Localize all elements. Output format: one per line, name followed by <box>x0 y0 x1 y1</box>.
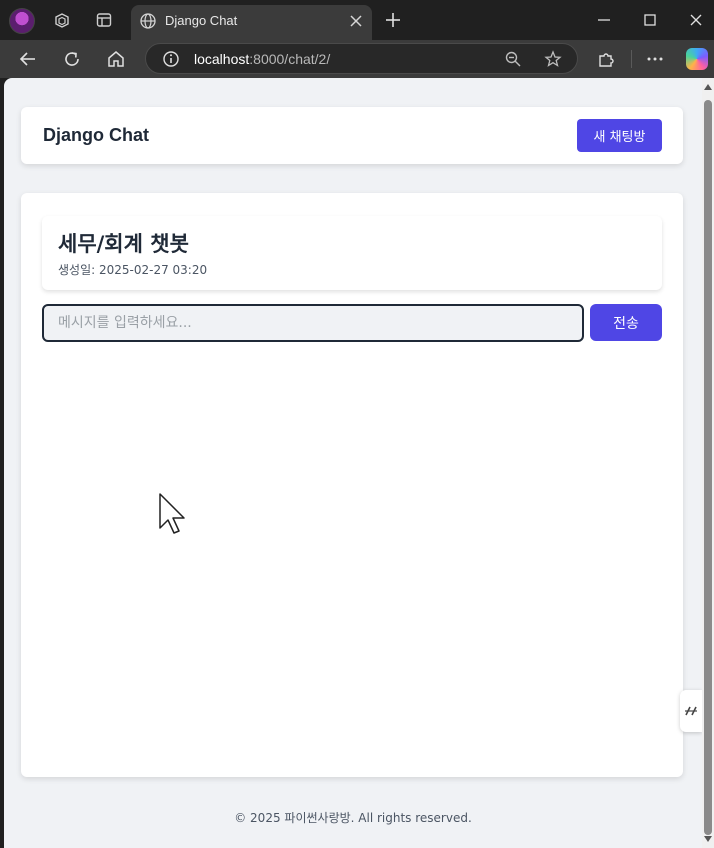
home-icon[interactable] <box>106 49 126 69</box>
mouse-cursor-icon <box>159 493 185 534</box>
scroll-up-arrow-icon[interactable] <box>704 84 712 90</box>
new-chat-room-button[interactable]: 새 채팅방 <box>577 119 662 152</box>
close-window-icon[interactable] <box>684 8 708 32</box>
site-brand[interactable]: Django Chat <box>43 125 149 146</box>
tab-title: Django Chat <box>165 13 238 28</box>
refresh-icon[interactable] <box>62 49 82 69</box>
message-input[interactable] <box>42 304 584 342</box>
browser-tabbar: Django Chat <box>0 0 714 40</box>
scroll-thumb[interactable] <box>704 100 712 835</box>
scroll-down-arrow-icon[interactable] <box>704 836 712 842</box>
zoom-out-icon[interactable] <box>504 50 522 68</box>
profile-avatar-icon[interactable] <box>9 8 35 34</box>
minimize-icon[interactable] <box>592 8 616 32</box>
room-created-date: 생성일: 2025-02-27 03:20 <box>58 263 208 277</box>
back-arrow-icon[interactable] <box>18 49 38 69</box>
browser-toolbar: localhost:8000/chat/2/ <box>0 40 714 78</box>
address-bar[interactable]: localhost:8000/chat/2/ <box>145 43 578 74</box>
copilot-icon[interactable] <box>686 48 708 70</box>
new-tab-icon[interactable] <box>383 10 403 30</box>
chat-panel: 세무/회계 챗봇 생성일: 2025-02-27 03:20 전송 <box>21 193 683 777</box>
room-info-card: 세무/회계 챗봇 생성일: 2025-02-27 03:20 <box>42 216 662 290</box>
tab-actions-icon[interactable] <box>94 10 114 30</box>
site-header: Django Chat 새 채팅방 <box>21 107 683 164</box>
page-scrollbar[interactable] <box>702 78 714 848</box>
toolbar-divider <box>631 50 632 68</box>
workspaces-icon[interactable] <box>52 10 72 30</box>
room-title: 세무/회계 챗봇 <box>58 232 189 256</box>
maximize-icon[interactable] <box>638 8 662 32</box>
sidebar-toggle-tab[interactable] <box>680 690 702 732</box>
send-button[interactable]: 전송 <box>590 304 662 341</box>
site-footer: © 2025 파이썬사랑방. All rights reserved. <box>234 811 472 825</box>
extensions-puzzle-icon[interactable] <box>596 49 616 69</box>
browser-tab-active[interactable]: Django Chat <box>131 5 372 40</box>
close-tab-icon[interactable] <box>348 13 364 29</box>
more-menu-icon[interactable] <box>645 49 665 69</box>
globe-icon <box>140 13 156 29</box>
split-screen-icon <box>685 706 697 716</box>
site-info-icon[interactable] <box>162 50 180 68</box>
url-text: localhost:8000/chat/2/ <box>194 51 331 67</box>
favorite-star-icon[interactable] <box>544 50 562 68</box>
page-viewport: Django Chat 새 채팅방 세무/회계 챗봇 생성일: 2025-02-… <box>4 78 702 848</box>
